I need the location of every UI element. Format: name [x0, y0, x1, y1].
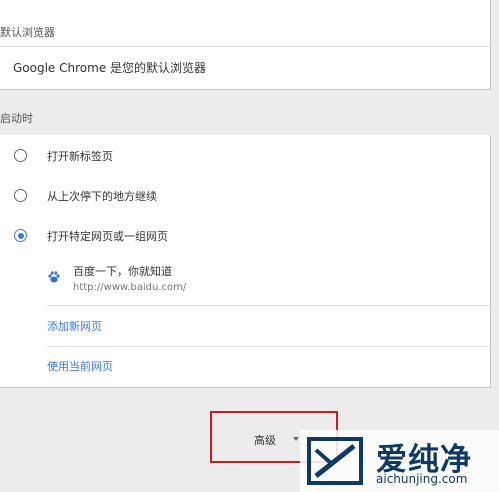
- site-title: 百度一下，你就知道: [73, 265, 172, 278]
- divider: [47, 346, 490, 347]
- startup-option-specific-pages[interactable]: 打开特定网页或一组网页: [0, 220, 490, 250]
- startup-option-new-tab[interactable]: 打开新标签页: [0, 140, 490, 170]
- on-startup-card: 打开新标签页 从上次停下的地方继续 打开特定网页或一组网页 百度一下，你就知道 …: [0, 135, 491, 388]
- watermark-logo-icon: [307, 437, 363, 485]
- radio-label: 打开特定网页或一组网页: [47, 230, 168, 243]
- add-new-page-link[interactable]: 添加新网页: [47, 318, 102, 334]
- startup-site-entry[interactable]: 百度一下，你就知道 http://www.baidu.com/: [0, 257, 490, 301]
- divider: [0, 46, 490, 47]
- radio-button[interactable]: [14, 189, 27, 202]
- radio-button-checked[interactable]: [14, 229, 27, 242]
- default-browser-card: 默认浏览器 Google Chrome 是您的默认浏览器: [0, 0, 491, 90]
- default-browser-status: Google Chrome 是您的默认浏览器: [13, 61, 207, 75]
- default-browser-section-label: 默认浏览器: [0, 26, 55, 39]
- use-current-page-link[interactable]: 使用当前网页: [47, 358, 113, 374]
- startup-option-continue[interactable]: 从上次停下的地方继续: [0, 180, 490, 210]
- baidu-paw-icon: [48, 271, 60, 283]
- watermark: 爱纯净 aichunjing.com: [300, 430, 499, 492]
- site-url: http://www.baidu.com/: [73, 282, 187, 293]
- radio-button[interactable]: [14, 149, 27, 162]
- watermark-url: aichunjing.com: [376, 472, 468, 486]
- radio-label: 打开新标签页: [47, 150, 113, 163]
- on-startup-section-label: 启动时: [0, 112, 33, 125]
- radio-label: 从上次停下的地方继续: [47, 190, 157, 203]
- divider: [47, 305, 490, 306]
